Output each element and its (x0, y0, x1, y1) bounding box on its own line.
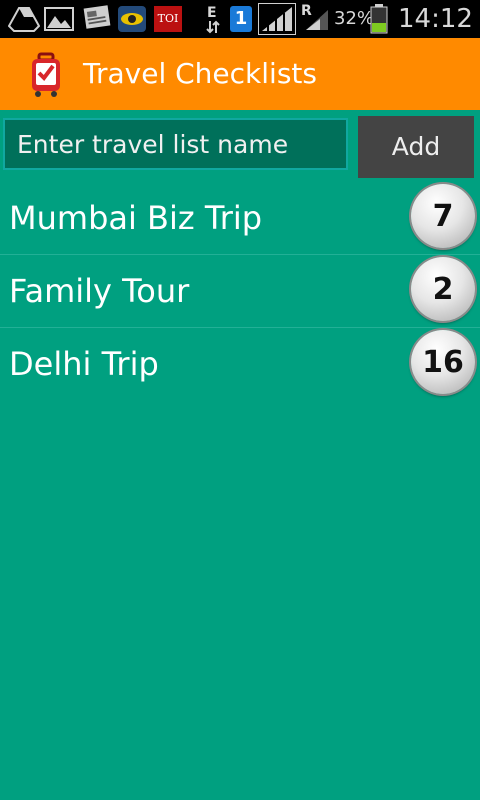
suitcase-icon[interactable] (22, 50, 70, 98)
battery-percent: 32% (334, 8, 375, 29)
clock-time: 14:12 (398, 4, 473, 34)
gov-icon (118, 6, 146, 32)
add-button[interactable]: Add (358, 116, 474, 178)
list-item-name: Mumbai Biz Trip (9, 199, 263, 237)
action-bar: Travel Checklists (0, 38, 480, 110)
signal-roaming-icon (306, 10, 328, 30)
status-bar: TOI E 1 R 32% 14:12 (0, 0, 480, 38)
news-icon (83, 5, 111, 29)
network-type-label: E (207, 5, 217, 21)
item-count-badge: 7 (411, 184, 475, 248)
app-title: Travel Checklists (83, 57, 317, 90)
travel-list: Mumbai Biz Trip 7 Family Tour 2 Delhi Tr… (0, 182, 480, 400)
list-item[interactable]: Family Tour 2 (0, 255, 480, 328)
sim-icon: 1 (230, 6, 252, 32)
list-item[interactable]: Mumbai Biz Trip 7 (0, 182, 480, 255)
signal-icon (258, 3, 296, 35)
travel-list-name-input[interactable] (3, 118, 348, 170)
gallery-icon (44, 7, 74, 31)
list-item-name: Delhi Trip (9, 345, 159, 383)
list-item-name: Family Tour (9, 272, 190, 310)
data-transfer-icon (206, 20, 220, 34)
battery-icon (370, 4, 388, 34)
item-count-badge: 2 (411, 257, 475, 321)
list-item[interactable]: Delhi Trip 16 (0, 328, 480, 400)
item-count-badge: 16 (411, 330, 475, 394)
drive-icon (8, 7, 40, 32)
toi-icon: TOI (154, 6, 182, 32)
